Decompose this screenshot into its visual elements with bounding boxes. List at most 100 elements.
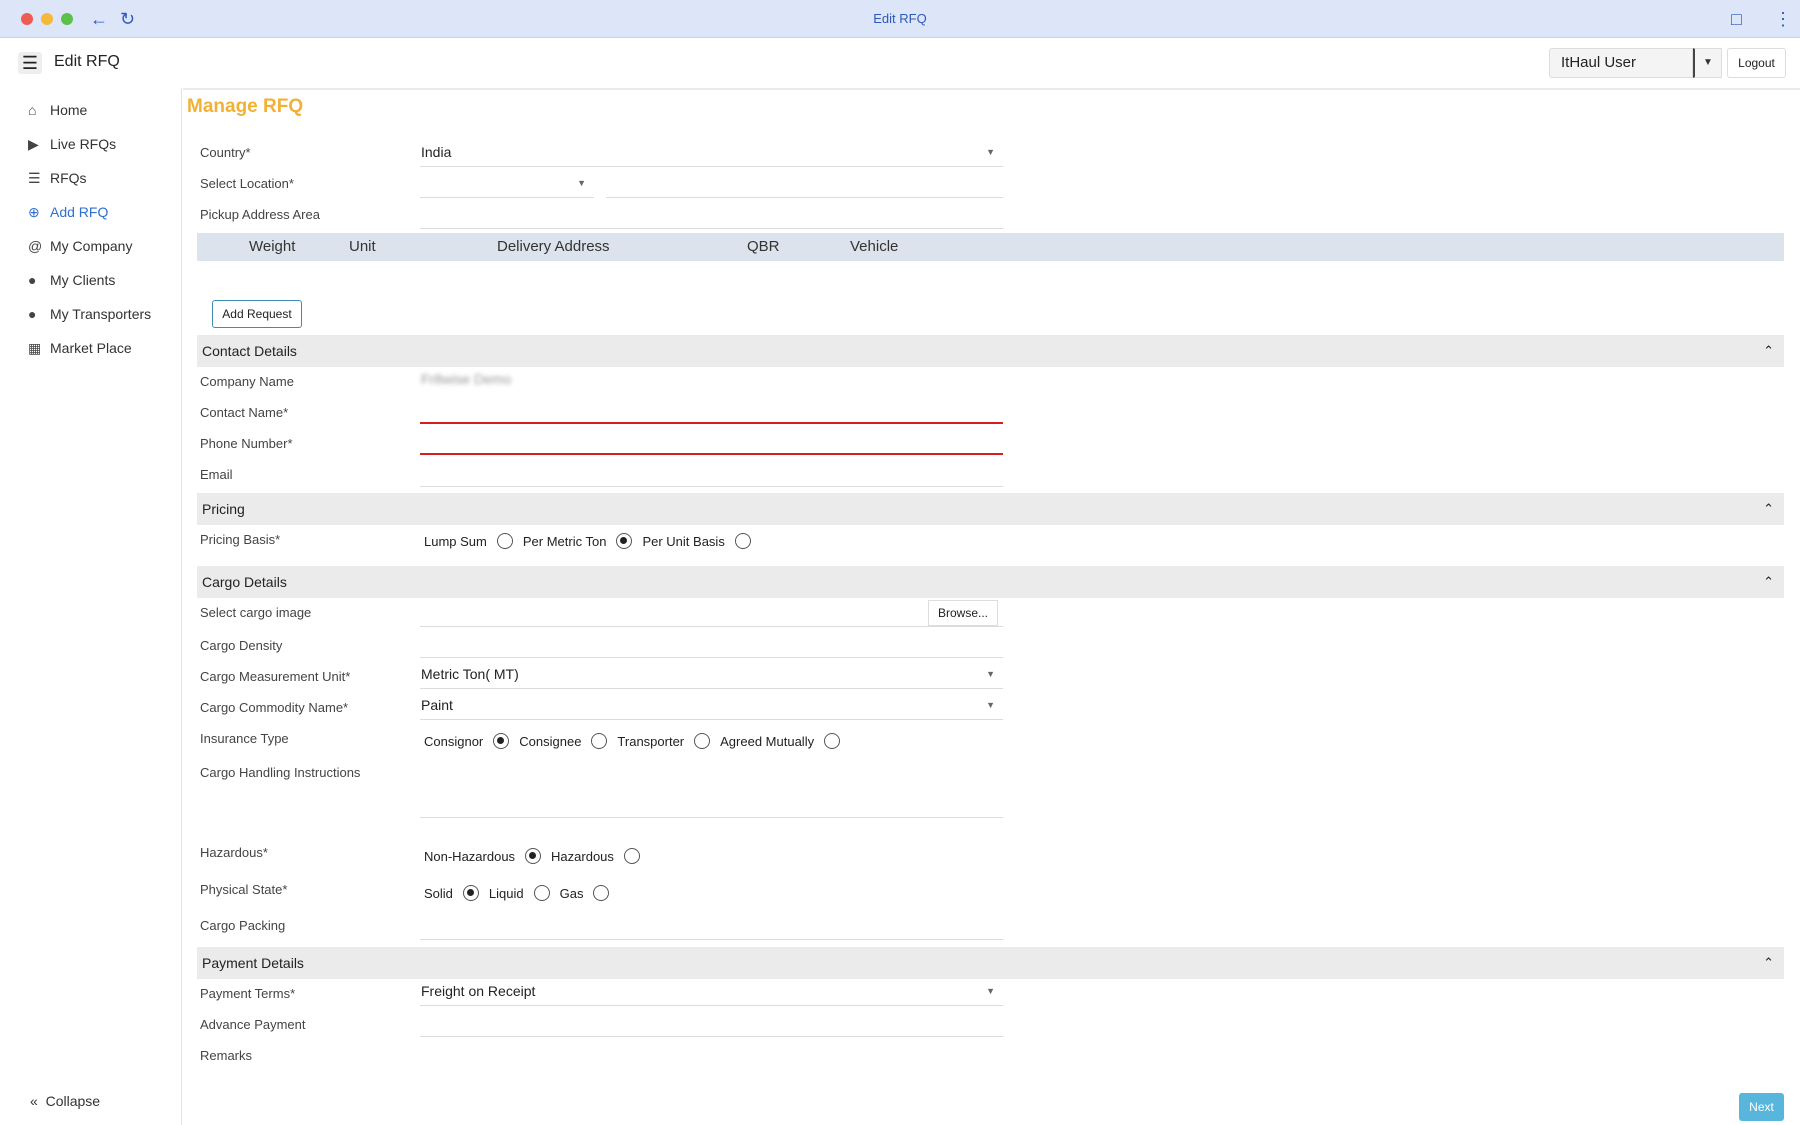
option-label: Hazardous	[551, 848, 614, 864]
advance-payment-input[interactable]	[420, 1009, 1003, 1037]
handling-instructions-textarea[interactable]	[420, 760, 1003, 818]
sidebar-item-rfqs[interactable]: ☰ RFQs	[28, 166, 87, 190]
measurement-unit-value: Metric Ton( MT)	[421, 666, 519, 682]
double-chevron-left-icon: «	[30, 1093, 38, 1109]
radio-button[interactable]	[496, 533, 513, 549]
payment-terms-select[interactable]: Freight on Receipt ▼	[420, 978, 1003, 1006]
cargo-details-section[interactable]: Cargo Details ⌃	[197, 566, 1784, 598]
more-vert-icon[interactable]: ⋮	[1774, 8, 1792, 30]
radio-button[interactable]	[694, 733, 711, 749]
contact-details-section[interactable]: Contact Details ⌃	[197, 335, 1784, 367]
sidebar-item-home[interactable]: ⌂ Home	[28, 98, 87, 122]
sidebar-item-live-rfqs[interactable]: ▶ Live RFQs	[28, 132, 116, 156]
user-dropdown[interactable]: ItHaul User	[1549, 48, 1693, 78]
browse-button[interactable]: Browse...	[928, 600, 998, 626]
country-value: India	[421, 144, 452, 160]
radio-button[interactable]	[734, 533, 751, 549]
handling-instructions-label: Cargo Handling Instructions	[200, 765, 361, 780]
commodity-name-select[interactable]: Paint ▼	[420, 692, 1003, 720]
radio-button[interactable]	[623, 848, 640, 864]
sidebar-item-label: Add RFQ	[50, 204, 109, 220]
insurance-option[interactable]: Consignor	[424, 733, 510, 749]
chevron-up-icon[interactable]: ⌃	[1763, 947, 1774, 979]
caret-down-icon: ▼	[986, 669, 995, 679]
extension-icon[interactable]: □	[1731, 8, 1742, 30]
option-label: Per Metric Ton	[522, 533, 607, 549]
next-button[interactable]: Next	[1739, 1093, 1784, 1121]
cargo-density-label: Cargo Density	[200, 638, 283, 653]
caret-down-icon: ▼	[986, 147, 995, 157]
cargo-density-input[interactable]	[420, 630, 1003, 658]
section-title: Pricing	[202, 501, 245, 517]
radio-button[interactable]	[593, 885, 610, 901]
insurance-option[interactable]: Transporter	[617, 733, 711, 749]
radio-button[interactable]	[533, 885, 550, 901]
commodity-name-label: Cargo Commodity Name*	[200, 700, 349, 715]
radio-button[interactable]	[493, 733, 510, 749]
chevron-up-icon[interactable]: ⌃	[1763, 566, 1774, 598]
sidebar-item-market-place[interactable]: ▦ Market Place	[28, 336, 132, 360]
country-select[interactable]: India ▼	[420, 139, 1003, 167]
hazardous-radio-group: Non-Hazardous Hazardous	[424, 848, 650, 864]
plus-circle-icon: ⊕	[28, 204, 40, 220]
pickup-address-input[interactable]	[420, 201, 1003, 229]
pricing-section[interactable]: Pricing ⌃	[197, 493, 1784, 525]
contact-name-input[interactable]	[420, 396, 1003, 424]
cargo-image-input[interactable]: Browse...	[420, 599, 1003, 627]
physical-state-option[interactable]: Solid	[424, 885, 479, 901]
chevron-up-icon[interactable]: ⌃	[1763, 335, 1774, 367]
list-icon: ☰	[28, 170, 41, 186]
radio-button[interactable]	[525, 848, 542, 864]
physical-state-option[interactable]: Liquid	[489, 885, 550, 901]
radio-button[interactable]	[824, 733, 841, 749]
sidebar-item-label: Live RFQs	[50, 136, 117, 152]
pricing-option[interactable]: Per Unit Basis	[642, 533, 751, 549]
column-header: Delivery Address	[497, 238, 610, 255]
sidebar-item-my-transporters[interactable]: ● My Transporters	[28, 302, 151, 326]
sidebar: ⌂ Home ▶ Live RFQs ☰ RFQs ⊕ Add RFQ @ My Comp…	[0, 88, 182, 1125]
insurance-option[interactable]: Agreed Mutually	[720, 733, 841, 749]
hamburger-menu-icon[interactable]: ☰	[18, 52, 42, 74]
insurance-type-label: Insurance Type	[200, 731, 289, 746]
payment-terms-label: Payment Terms*	[200, 986, 296, 1001]
sidebar-item-label: My Transporters	[50, 306, 152, 322]
option-label: Solid	[424, 885, 453, 901]
caret-down-icon[interactable]: ▼	[1693, 48, 1722, 78]
collapse-button[interactable]: « Collapse	[30, 1093, 100, 1109]
users-icon: ●	[28, 272, 37, 288]
sidebar-item-my-clients[interactable]: ● My Clients	[28, 268, 115, 292]
app-bar: ☰ Edit RFQ ItHaul User ▼ Logout	[0, 38, 1800, 88]
sidebar-item-add-rfq[interactable]: ⊕ Add RFQ	[28, 200, 108, 224]
physical-state-option[interactable]: Gas	[560, 885, 610, 901]
location-input[interactable]	[606, 170, 1003, 198]
insurance-option[interactable]: Consignee	[519, 733, 608, 749]
column-header: QBR	[747, 238, 780, 255]
logout-button[interactable]: Logout	[1727, 48, 1786, 78]
phone-number-input[interactable]	[420, 427, 1003, 455]
country-label: Country*	[200, 145, 251, 160]
hazardous-option[interactable]: Hazardous	[551, 848, 640, 864]
pricing-option[interactable]: Per Metric Ton	[523, 533, 633, 549]
contact-name-label: Contact Name*	[200, 405, 289, 420]
radio-button[interactable]	[591, 733, 608, 749]
email-input[interactable]	[420, 459, 1003, 487]
option-label: Lump Sum	[424, 533, 487, 549]
section-title: Payment Details	[202, 955, 304, 971]
sidebar-item-my-company[interactable]: @ My Company	[28, 234, 132, 258]
location-select[interactable]: ▼	[420, 170, 594, 198]
measurement-unit-select[interactable]: Metric Ton( MT) ▼	[420, 661, 1003, 689]
chevron-up-icon[interactable]: ⌃	[1763, 493, 1774, 525]
section-title: Contact Details	[202, 343, 297, 359]
add-request-button[interactable]: Add Request	[212, 300, 302, 328]
column-header: Unit	[349, 238, 376, 255]
option-label: Per Unit Basis	[642, 533, 725, 549]
radio-button[interactable]	[462, 885, 479, 901]
select-location-label: Select Location*	[200, 176, 294, 191]
column-header: Weight	[249, 238, 296, 255]
hazardous-option[interactable]: Non-Hazardous	[424, 848, 542, 864]
radio-button[interactable]	[616, 533, 633, 549]
payment-details-section[interactable]: Payment Details ⌃	[197, 947, 1784, 979]
pricing-option[interactable]: Lump Sum	[424, 533, 513, 549]
cargo-packing-input[interactable]	[420, 912, 1003, 940]
company-name-label: Company Name	[200, 374, 294, 389]
